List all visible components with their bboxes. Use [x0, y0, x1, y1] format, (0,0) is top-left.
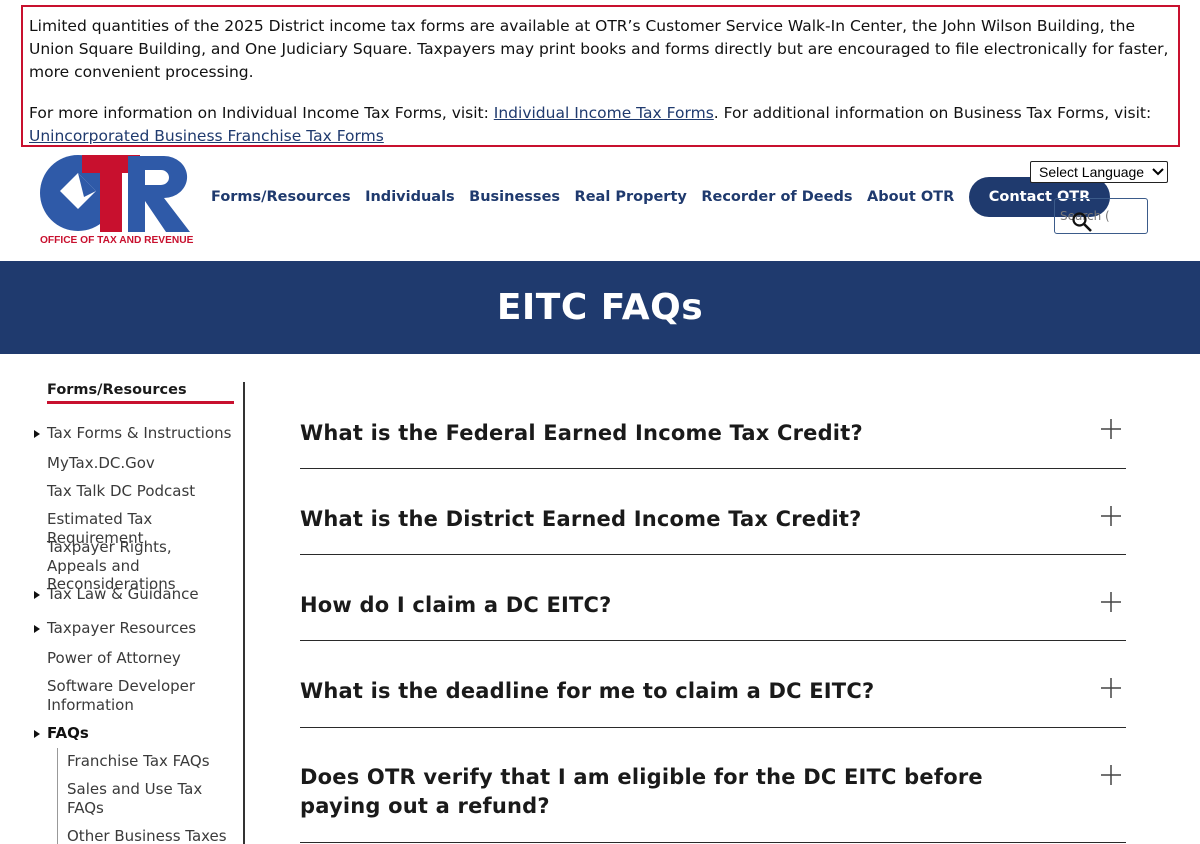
faq-item-deadline[interactable]: What is the deadline for me to claim a D…: [300, 641, 1126, 728]
sidebar-item-taxpayer-resources[interactable]: Taxpayer Resources: [47, 619, 237, 638]
alert-banner: Limited quantities of the 2025 District …: [21, 5, 1180, 147]
plus-icon[interactable]: [1101, 678, 1121, 698]
sidebar-item-power-of-attorney[interactable]: Power of Attorney: [47, 649, 237, 668]
chevron-down-icon: [1149, 163, 1167, 181]
plus-icon[interactable]: [1101, 592, 1121, 612]
sidebar-item-faqs[interactable]: FAQs: [47, 724, 237, 743]
sidebar-item-tax-law[interactable]: Tax Law & Guidance: [47, 585, 237, 604]
nav-forms-resources[interactable]: Forms/Resources: [211, 189, 351, 205]
faq-question: What is the District Earned Income Tax C…: [300, 507, 862, 531]
alert-paragraph-1: Limited quantities of the 2025 District …: [29, 17, 1169, 81]
sidebar-subitem-sales-use-tax[interactable]: Sales and Use Tax FAQs: [67, 780, 217, 817]
caret-right-icon[interactable]: [34, 591, 40, 599]
individual-forms-link[interactable]: Individual Income Tax Forms: [494, 104, 714, 122]
search-input[interactable]: Search (: [1054, 198, 1148, 234]
faq-item-federal-eitc[interactable]: What is the Federal Earned Income Tax Cr…: [300, 382, 1126, 469]
faq-item-district-eitc[interactable]: What is the District Earned Income Tax C…: [300, 469, 1126, 555]
search-icon[interactable]: [1071, 211, 1093, 233]
logo-tagline: OFFICE OF TAX AND REVENUE: [40, 235, 194, 246]
sidebar-item-tax-forms[interactable]: Tax Forms & Instructions: [47, 424, 237, 443]
faq-question: What is the deadline for me to claim a D…: [300, 679, 875, 703]
faq-question: What is the Federal Earned Income Tax Cr…: [300, 421, 863, 445]
alert-text: . For additional information on Business…: [713, 104, 1152, 122]
page-title: EITC FAQs: [496, 287, 704, 328]
caret-down-icon[interactable]: [34, 730, 40, 738]
plus-icon[interactable]: [1101, 419, 1121, 439]
sidebar-subitem-franchise-tax[interactable]: Franchise Tax FAQs: [67, 752, 237, 771]
language-select-value: Select Language: [1039, 164, 1145, 180]
faq-question: How do I claim a DC EITC?: [300, 593, 612, 617]
alert-text: For more information on Individual Incom…: [29, 104, 494, 122]
main-nav: Forms/Resources Individuals Businesses R…: [211, 176, 1111, 218]
sidebar-item-podcast[interactable]: Tax Talk DC Podcast: [47, 482, 237, 501]
sidebar-item-mytax[interactable]: MyTax.DC.Gov: [47, 454, 237, 473]
language-select[interactable]: Select Language: [1030, 161, 1168, 183]
faq-question: Does OTR verify that I am eligible for t…: [300, 765, 983, 818]
caret-right-icon[interactable]: [34, 430, 40, 438]
alert-paragraph-2: For more information on Individual Incom…: [29, 102, 1172, 148]
plus-icon[interactable]: [1101, 765, 1121, 785]
sidebar-subitem-other-business[interactable]: Other Business Taxes: [67, 827, 237, 844]
sidebar-divider: [243, 382, 245, 844]
nav-individuals[interactable]: Individuals: [365, 189, 455, 205]
page-hero: EITC FAQs: [0, 261, 1200, 354]
sidebar-item-software-developer[interactable]: Software Developer Information: [47, 677, 217, 714]
caret-right-icon[interactable]: [34, 625, 40, 633]
faq-item-verify-eligibility[interactable]: Does OTR verify that I am eligible for t…: [300, 728, 1126, 843]
submenu-rule: [57, 748, 58, 844]
nav-recorder-of-deeds[interactable]: Recorder of Deeds: [701, 189, 852, 205]
nav-businesses[interactable]: Businesses: [469, 189, 560, 205]
otr-logo[interactable]: OFFICE OF TAX AND REVENUE: [38, 153, 198, 248]
business-forms-link[interactable]: Unincorporated Business Franchise Tax Fo…: [29, 127, 384, 145]
sidebar-title[interactable]: Forms/Resources: [47, 382, 234, 404]
plus-icon[interactable]: [1101, 506, 1121, 526]
faq-item-claim-eitc[interactable]: How do I claim a DC EITC?: [300, 555, 1126, 641]
nav-about-otr[interactable]: About OTR: [867, 189, 954, 205]
nav-real-property[interactable]: Real Property: [575, 189, 687, 205]
